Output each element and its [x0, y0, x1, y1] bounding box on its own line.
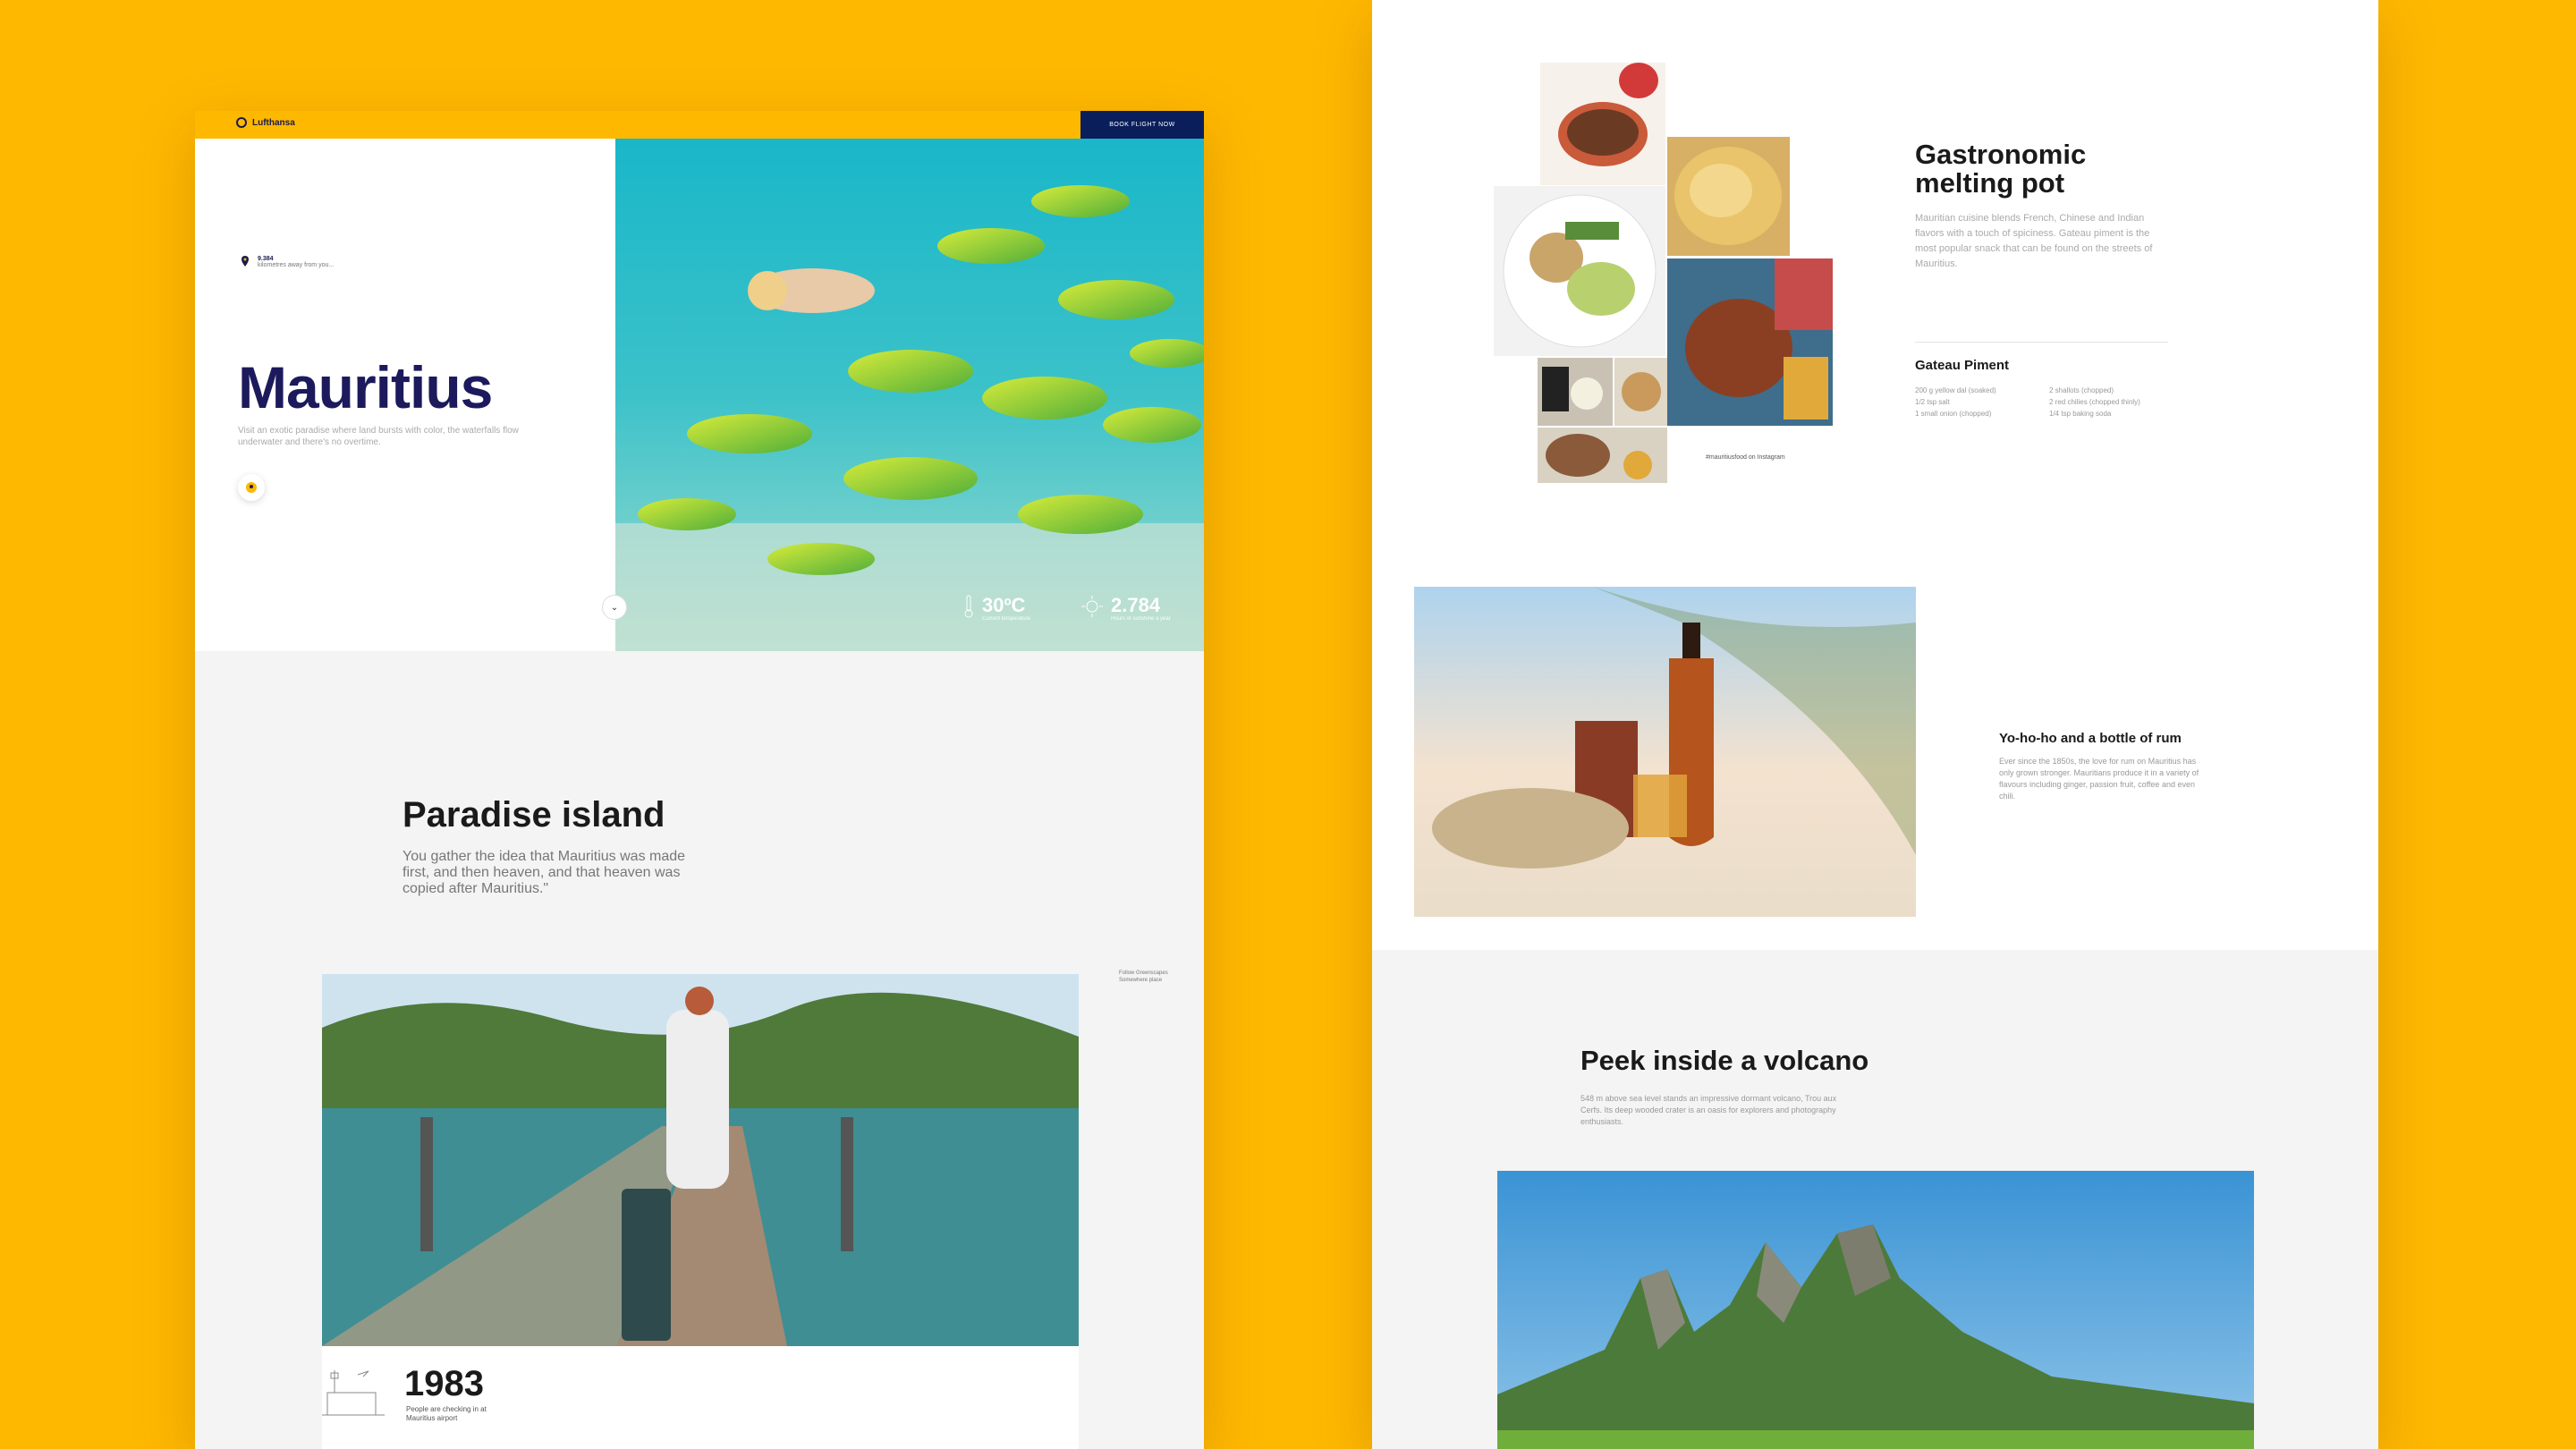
- location-icon: [246, 482, 257, 493]
- temperature-value: 30ºC: [982, 594, 1026, 616]
- food-photo-chicken[interactable]: [1667, 258, 1833, 426]
- hero-image-snorkeling: 30ºC Current temperature 2.784 Hours of …: [615, 139, 1204, 651]
- ingredient-item: 200 g yellow dal (soaked): [1915, 386, 1996, 394]
- food-photo-small-2[interactable]: [1614, 358, 1667, 426]
- scroll-down-button[interactable]: ⌄: [602, 595, 627, 620]
- distance-info: 9.384 kilometres away from you...: [240, 256, 334, 268]
- ingredient-item: 1/4 tsp baking soda: [2049, 410, 2112, 418]
- distance-value: 9.384: [258, 256, 274, 262]
- instagram-caption[interactable]: #mauritiusfood on Instagram: [1706, 454, 1785, 461]
- ingredient-item: 1 small onion (chopped): [1915, 410, 1992, 418]
- recipe-title: Gateau Piment: [1915, 358, 2010, 373]
- airport-stat: 1983 People are checking in at Mauritius…: [322, 1346, 617, 1449]
- chevron-down-icon: ⌄: [610, 602, 619, 613]
- sun-icon: [1081, 596, 1103, 617]
- food-photo-small-1[interactable]: [1538, 358, 1613, 426]
- temperature-stat: 30ºC Current temperature: [962, 595, 1030, 622]
- ingredient-list: 200 g yellow dal (soaked) 2 shallots (ch…: [1915, 386, 2174, 418]
- sunshine-label: Hours of sunshine a year: [1111, 616, 1171, 622]
- content-box: [617, 1346, 1079, 1449]
- food-photo-stew[interactable]: [1540, 63, 1665, 185]
- logo-text: Lufthansa: [252, 117, 295, 128]
- top-bar: Lufthansa BOOK FLIGHT NOW: [195, 111, 1204, 139]
- pier-image: [322, 974, 1079, 1346]
- ingredient-item: 1/2 tsp salt: [1915, 398, 1950, 406]
- volcano-title: Peek inside a volcano: [1580, 1045, 1869, 1076]
- year-value: 1983: [404, 1364, 484, 1403]
- food-photo-plate[interactable]: [1494, 186, 1665, 356]
- hero-description: Visit an exotic paradise where land burs…: [238, 426, 519, 447]
- airport-icon: [322, 1370, 385, 1416]
- ingredient-item: 2 red chilies (chopped thinly): [2049, 398, 2140, 406]
- book-flight-button[interactable]: BOOK FLIGHT NOW: [1080, 111, 1204, 139]
- rum-photo: [1414, 587, 1916, 917]
- volcano-photo: [1497, 1171, 2254, 1449]
- food-photo-pasta[interactable]: [1667, 137, 1790, 256]
- snorkel-fish-photo: [615, 139, 1204, 651]
- crane-icon: [236, 117, 247, 128]
- page-title: Mauritius: [238, 354, 493, 420]
- rum-description: Ever since the 1850s, the love for rum o…: [1999, 757, 2199, 801]
- photo-caption: Follow Greenscapes Somewhere place: [1119, 970, 1168, 984]
- distance-label: kilometres away from you...: [258, 262, 335, 268]
- sunshine-stat: 2.784 Hours of sunshine a year: [1080, 595, 1171, 622]
- sunshine-value: 2.784: [1111, 594, 1161, 616]
- rum-title: Yo-ho-ho and a bottle of rum: [1999, 731, 2182, 746]
- lufthansa-logo[interactable]: Lufthansa: [236, 117, 295, 128]
- map-pin-icon: [242, 256, 249, 267]
- gastronomy-description: Mauritian cuisine blends French, Chinese…: [1915, 213, 2153, 269]
- thermometer-icon: [964, 595, 973, 618]
- hero-text-panel: 9.384 kilometres away from you... Maurit…: [195, 139, 615, 651]
- paradise-quote: You gather the idea that Mauritius was m…: [402, 849, 686, 896]
- mauritius-landing-page: Lufthansa BOOK FLIGHT NOW 9.384 kilometr…: [195, 111, 1204, 1449]
- divider: [1915, 342, 2168, 343]
- ingredient-item: 2 shallots (chopped): [2049, 386, 2114, 394]
- volcano-section: Peek inside a volcano 548 m above sea le…: [1372, 950, 2378, 1449]
- year-label: People are checking in at Mauritius airp…: [406, 1405, 487, 1422]
- volcano-description: 548 m above sea level stands an impressi…: [1580, 1094, 1837, 1126]
- photo-caption-line1: Follow Greenscapes: [1119, 970, 1168, 976]
- food-photo-noodles[interactable]: [1538, 428, 1667, 483]
- pier-photo: [322, 974, 1079, 1346]
- gastronomy-title: Gastronomic melting pot: [1915, 139, 2087, 199]
- paradise-title: Paradise island: [402, 795, 665, 835]
- temperature-label: Current temperature: [982, 616, 1031, 622]
- location-badge[interactable]: [238, 474, 265, 501]
- mauritius-page-continued: #mauritiusfood on Instagram Gastronomic …: [1372, 0, 2378, 1449]
- photo-caption-line2: Somewhere place: [1119, 978, 1163, 983]
